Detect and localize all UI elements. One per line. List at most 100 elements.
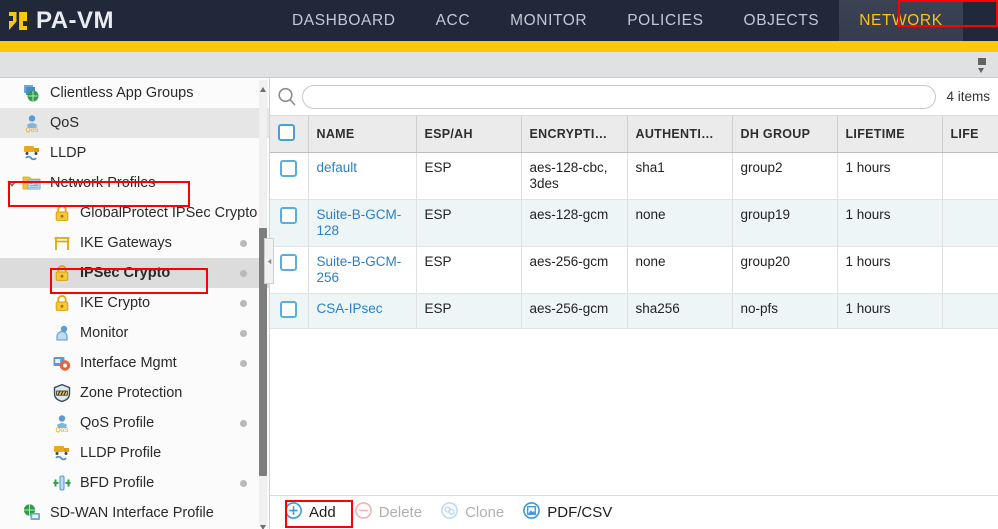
column-header-esp-ah[interactable]: ESP/AH — [416, 116, 522, 153]
bfd-profile-icon — [52, 473, 72, 493]
cell-name: Suite-B-GCM-256 — [308, 246, 417, 294]
brand: PA-VM — [0, 7, 250, 35]
svg-text:QoS: QoS — [55, 427, 69, 433]
cell-lifetime: 1 hours — [837, 293, 943, 330]
cell-lifesize — [942, 199, 998, 247]
sidebar-item-label: IKE Gateways — [80, 235, 172, 251]
nav-item-dashboard[interactable]: DASHBOARD — [272, 0, 416, 41]
table-row[interactable]: CSA-IPsec ESP aes-256-gcm sha256 no-pfs 1 hou… — [270, 293, 998, 330]
scroll-down-arrow-icon[interactable] — [259, 518, 267, 529]
row-name-link[interactable]: Suite-B-GCM-128 — [317, 207, 402, 238]
nav-item-network[interactable]: NETWORK — [839, 0, 963, 41]
sidebar-item-label: IPSec Crypto — [80, 265, 171, 281]
row-checkbox[interactable] — [280, 160, 298, 177]
items-count: 4 items — [946, 89, 990, 104]
cell-name: Suite-B-GCM-128 — [308, 199, 417, 247]
nav-item-monitor[interactable]: MONITOR — [490, 0, 607, 41]
cell-lifesize — [942, 246, 998, 294]
cell-esp-ah: ESP — [416, 246, 522, 294]
sidebar-item-label: Network Profiles — [50, 175, 156, 191]
pdf-csv-button-label: PDF/CSV — [547, 504, 613, 521]
sidebar-item-monitor[interactable]: Monitor — [0, 318, 269, 348]
monitor-profile-icon — [52, 323, 72, 343]
cell-esp-ah: ESP — [416, 293, 522, 330]
sidebar-item-globalprotect-ipsec-crypto[interactable]: GlobalProtect IPSec Crypto — [0, 198, 269, 228]
clone-button[interactable]: Clone — [440, 501, 504, 524]
row-checkbox[interactable] — [280, 253, 298, 271]
sdwan-interface-icon — [22, 503, 42, 523]
scroll-up-arrow-icon[interactable] — [259, 81, 267, 92]
sidebar-item-qos[interactable]: QoS QoS — [0, 108, 269, 138]
pdf-csv-button[interactable]: PDF/CSV — [522, 501, 612, 524]
nav-item-objects[interactable]: OBJECTS — [724, 0, 840, 41]
table-row[interactable]: Suite-B-GCM-128 ESP aes-128-gcm none group19… — [270, 199, 998, 247]
sidebar-item-network-profiles[interactable]: Network Profiles — [0, 168, 269, 198]
sidebar-item-label: GlobalProtect IPSec Crypto — [80, 205, 258, 221]
cell-esp-ah: ESP — [416, 199, 522, 247]
row-name-link[interactable]: Suite-B-GCM-256 — [317, 254, 402, 285]
sidebar-item-lldp-profile[interactable]: LLDP Profile — [0, 438, 269, 468]
search-icon — [276, 86, 298, 108]
row-checkbox[interactable] — [280, 206, 298, 224]
cell-encryption: aes-256-gcm — [521, 246, 628, 294]
sidebar-item-status-dot — [240, 420, 247, 427]
minus-circle-icon — [354, 501, 373, 524]
select-all-checkbox[interactable] — [278, 124, 295, 141]
cell-esp-ah: ESP — [416, 152, 522, 200]
cell-lifesize — [942, 152, 998, 200]
cell-encryption: aes-128-gcm — [521, 199, 628, 247]
row-name-link[interactable]: default — [317, 160, 358, 175]
sidebar-item-ipsec-crypto[interactable]: IPSec Crypto — [0, 258, 269, 288]
lldp-icon — [22, 143, 42, 163]
top-navigation-bar: PA-VM DASHBOARD ACC MONITOR POLICIES OBJ… — [0, 0, 998, 41]
brand-name: PA-VM — [36, 6, 115, 34]
lock-icon — [52, 203, 72, 223]
table-row[interactable]: default ESP aes-128-cbc, 3des sha1 group2 1 h… — [270, 152, 998, 200]
cell-encryption: aes-256-gcm — [521, 293, 628, 330]
sidebar-item-clientless-app-groups[interactable]: Clientless App Groups — [0, 78, 269, 108]
cell-lifetime: 1 hours — [837, 152, 943, 200]
sidebar-item-ike-gateways[interactable]: IKE Gateways — [0, 228, 269, 258]
sidebar-item-sd-wan-interface-profile[interactable]: SD-WAN Interface Profile — [0, 498, 269, 528]
column-header-name[interactable]: NAME — [308, 116, 417, 153]
sidebar-item-label: Clientless App Groups — [50, 85, 194, 101]
column-header-lifetime[interactable]: LIFETIME — [837, 116, 943, 153]
palo-alto-logo-icon — [4, 7, 32, 35]
delete-button[interactable]: Delete — [354, 501, 422, 524]
column-header-authentication[interactable]: AUTHENTI… — [627, 116, 733, 153]
sidebar: Clientless App Groups QoS QoS LLDP Network P… — [0, 78, 270, 529]
sidebar-item-label: Zone Protection — [80, 385, 183, 401]
row-checkbox[interactable] — [280, 300, 298, 318]
search-input[interactable] — [302, 84, 937, 109]
panel-collapse-handle[interactable] — [264, 238, 274, 284]
clone-button-label: Clone — [465, 504, 505, 521]
nav-item-policies[interactable]: POLICIES — [607, 0, 723, 41]
sidebar-item-status-dot — [240, 330, 247, 337]
column-header-lifesize[interactable]: LIFE — [942, 116, 998, 153]
add-button[interactable]: Add — [284, 501, 336, 524]
cell-dh-group: group19 — [732, 199, 838, 247]
cell-lifesize — [942, 293, 998, 330]
sidebar-item-bfd-profile[interactable]: BFD Profile — [0, 468, 269, 498]
column-header-encryption[interactable]: ENCRYPTI… — [521, 116, 628, 153]
sidebar-list: Clientless App Groups QoS QoS LLDP Network P… — [0, 78, 269, 528]
chevron-down-icon[interactable] — [6, 177, 18, 189]
cell-authentication: sha1 — [627, 152, 733, 200]
sidebar-item-qos-profile[interactable]: QoS QoS Profile — [0, 408, 269, 438]
lock-icon — [52, 293, 72, 313]
cell-dh-group: group2 — [732, 152, 838, 200]
row-name-link[interactable]: CSA-IPsec — [317, 301, 383, 316]
sidebar-item-lldp[interactable]: LLDP — [0, 138, 269, 168]
table-row[interactable]: Suite-B-GCM-256 ESP aes-256-gcm none group20… — [270, 246, 998, 294]
cell-lifetime: 1 hours — [837, 246, 943, 294]
sidebar-item-ike-crypto[interactable]: IKE Crypto — [0, 288, 269, 318]
toolbar-partial-icon[interactable] — [976, 56, 994, 74]
sidebar-item-interface-mgmt[interactable]: Interface Mgmt — [0, 348, 269, 378]
clientless-app-groups-icon — [22, 83, 42, 103]
column-header-dh-group[interactable]: DH GROUP — [732, 116, 838, 153]
nav-item-acc[interactable]: ACC — [416, 0, 491, 41]
sidebar-item-zone-protection[interactable]: Zone Protection — [0, 378, 269, 408]
sidebar-item-status-dot — [240, 300, 247, 307]
cell-encryption: aes-128-cbc, 3des — [521, 152, 628, 200]
qos-icon: QoS — [52, 413, 72, 434]
